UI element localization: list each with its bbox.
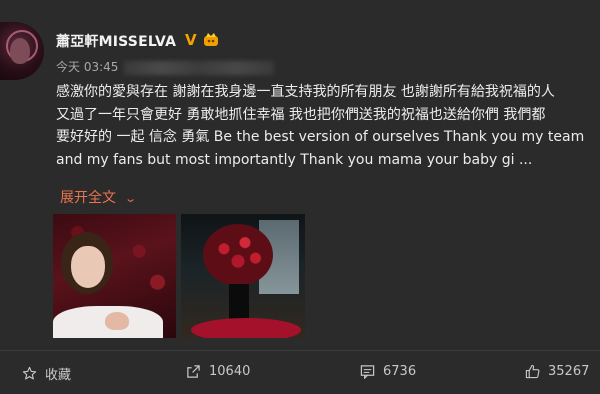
avatar[interactable] (0, 22, 44, 80)
post-text: 感激你的愛與存在 謝謝在我身邊一直支持我的所有朋友 也謝謝所有給我祝福的人 又過… (56, 81, 600, 171)
share-count: 10640 (209, 364, 251, 379)
post-photo-flowers[interactable] (181, 214, 305, 338)
timestamp[interactable]: 今天 03:45 (56, 60, 118, 74)
like-button[interactable]: 35267 (525, 364, 589, 379)
comment-count: 6736 (383, 364, 417, 379)
share-icon (187, 365, 200, 378)
expand-full-text-link[interactable]: 展开全文 ⌄ (60, 187, 138, 207)
post-meta: 今天 03:45 (56, 58, 275, 75)
post-line: and my fans but most importantly Thank y… (56, 151, 533, 168)
post-line: 又過了一年只會更好 勇敢地抓住幸福 我也把你們送我的祝福也送給你們 我們都 (56, 106, 546, 123)
photo-bouquet (203, 224, 273, 286)
blurred-source (124, 60, 275, 75)
verified-badge: V (185, 31, 197, 49)
avatar-face (10, 38, 30, 64)
photo-hand-heart (105, 312, 129, 330)
thumbs-up-icon (525, 364, 540, 379)
comment-icon (360, 365, 375, 379)
crown-icon (204, 33, 218, 46)
username[interactable]: 蕭亞軒MISSELVA (56, 31, 176, 51)
post-photo-portrait[interactable] (53, 214, 176, 338)
action-divider (0, 350, 600, 351)
comment-button[interactable]: 6736 (360, 364, 416, 379)
chevron-down-icon: ⌄ (124, 192, 138, 205)
photo-face (71, 246, 105, 288)
favorite-label: 收藏 (45, 368, 72, 383)
photo-petals (191, 318, 301, 338)
post-line: 感激你的愛與存在 謝謝在我身邊一直支持我的所有朋友 也謝謝所有給我祝福的人 (56, 84, 555, 100)
like-count: 35267 (548, 364, 590, 379)
post-line: 要好好的 一起 信念 勇氣 Be the best version of our… (56, 129, 585, 145)
favorite-button[interactable]: 收藏 (22, 364, 71, 383)
star-icon (22, 366, 37, 380)
share-button[interactable]: 10640 (186, 364, 250, 379)
expand-label: 展开全文 (60, 190, 116, 206)
